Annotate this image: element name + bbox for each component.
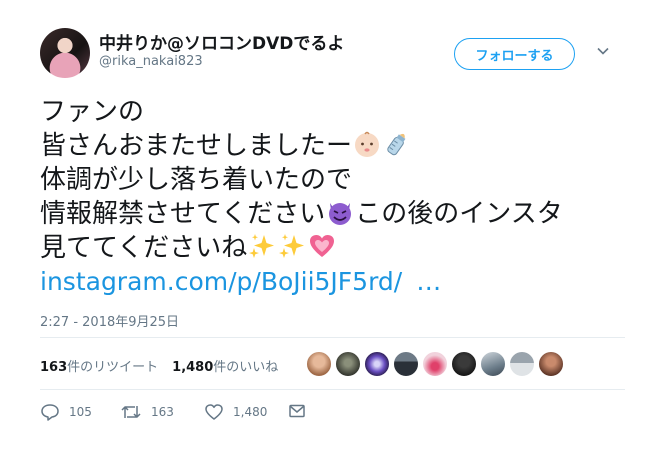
engagement-stats: 163件のリツイート 1,480件のいいね (40, 356, 278, 375)
link-text[interactable]: instagram.com/p/BoJii5JF5rd/ (40, 267, 402, 296)
reply-icon (41, 404, 59, 421)
retweet-icon (121, 406, 141, 418)
divider (40, 337, 625, 338)
divider (40, 389, 625, 390)
user-handle[interactable]: @rika_nakai823 (99, 54, 203, 69)
baby-emoji (355, 131, 380, 157)
retweet-count: 163 (151, 405, 174, 419)
liker-avatar[interactable] (509, 351, 535, 377)
tweet-line: 情報解禁させてください (40, 199, 326, 229)
chevron-down-icon[interactable] (596, 44, 610, 58)
retweets-label: 件のリツイート (67, 360, 159, 375)
liker-avatar[interactable] (393, 351, 419, 377)
instagram-link[interactable]: instagram.com/p/BoJii5JF5rd/ … (40, 267, 441, 296)
direct-message-button[interactable] (288, 402, 315, 420)
baby-bottle-emoji (387, 133, 406, 156)
sparkles-emoji (249, 234, 275, 258)
message-icon (289, 404, 305, 418)
retweet-button[interactable]: 163 (120, 402, 174, 422)
retweets-stat[interactable]: 163件のリツイート (40, 360, 158, 375)
reply-count: 105 (69, 405, 92, 419)
liker-avatar[interactable] (364, 351, 390, 377)
likes-label: 件のいいね (213, 360, 279, 375)
growing-heart-emoji (310, 235, 335, 257)
liker-avatar[interactable] (451, 351, 477, 377)
retweets-count: 163 (40, 360, 68, 375)
tweet-line: ファンの (40, 97, 145, 127)
heart-icon (205, 404, 223, 420)
sparkles-emoji (279, 234, 305, 258)
reply-button[interactable]: 105 (40, 402, 92, 422)
user-display-name[interactable]: 中井りか@ソロコンDVDでるよ (99, 29, 344, 54)
like-count: 1,480 (233, 405, 268, 419)
tweet-line: 体調が少し落ち着いたので (40, 165, 353, 195)
likes-stat[interactable]: 1,480件のいいね (172, 360, 278, 375)
tweet-line: 見ててくださいね (40, 233, 248, 263)
tweet-text: ファンの 皆さんおまたせしましたー 体調が少し落ち着いたので 情報解禁させてくだ… (40, 95, 620, 265)
avatar[interactable] (40, 28, 90, 78)
follow-button[interactable]: フォローする (454, 38, 575, 70)
tweet-timestamp[interactable]: 2:27 - 2018年9月25日 (40, 311, 179, 330)
tweet-line: 皆さんおまたせしましたー (40, 131, 353, 161)
tweet-line: この後のインスタ (355, 199, 563, 229)
link-ellipsis[interactable]: … (416, 267, 441, 296)
like-button[interactable]: 1,480 (204, 402, 267, 422)
smiling-devil-emoji (329, 203, 352, 225)
liker-avatar[interactable] (480, 351, 506, 377)
liker-avatar[interactable] (538, 351, 564, 377)
liker-avatar[interactable] (306, 351, 332, 377)
likes-count: 1,480 (172, 360, 214, 375)
liker-avatar[interactable] (422, 351, 448, 377)
liker-avatar[interactable] (335, 351, 361, 377)
